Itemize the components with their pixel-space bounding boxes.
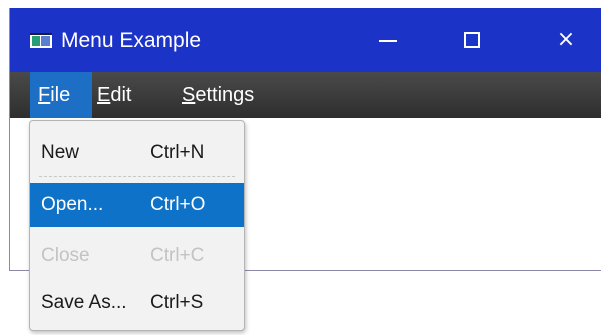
menu-settings[interactable]: Settings (174, 72, 284, 118)
menu-item-open[interactable]: Open... Ctrl+O (30, 183, 244, 227)
menu-edit-mnemonic: E (97, 84, 111, 106)
menu-edit-label: dit (110, 84, 132, 106)
maximize-icon (464, 32, 480, 48)
menu-edit[interactable]: Edit (89, 72, 157, 118)
menu-bar: File Edit Settings (10, 72, 601, 118)
menu-settings-label: ettings (195, 84, 255, 106)
menu-item-save-as[interactable]: Save As... Ctrl+S (30, 281, 244, 325)
menu-item-shortcut: Ctrl+O (150, 194, 206, 215)
menu-item-label: New (41, 142, 80, 163)
minimize-button[interactable] (365, 16, 411, 64)
menu-separator (39, 176, 235, 177)
menu-item-shortcut: Ctrl+N (150, 142, 205, 163)
menu-item-shortcut: Ctrl+S (150, 292, 204, 313)
window-title: Menu Example (61, 29, 202, 52)
close-icon: × (556, 27, 576, 52)
title-bar[interactable]: Menu Example × (10, 8, 601, 72)
menu-settings-mnemonic: S (182, 84, 196, 106)
maximize-button[interactable] (450, 16, 496, 64)
menu-item-shortcut: Ctrl+C (150, 245, 205, 266)
menu-file-label: ile (50, 84, 71, 106)
app-window-icon (30, 33, 52, 48)
menu-item-new[interactable]: New Ctrl+N (30, 131, 244, 175)
menu-item-label: Close (41, 245, 90, 266)
file-dropdown-menu: New Ctrl+N Open... Ctrl+O Close Ctrl+C S… (29, 120, 245, 331)
menu-item-close: Close Ctrl+C (30, 234, 244, 278)
menu-item-label: Save As... (41, 292, 127, 313)
menu-item-label: Open... (41, 194, 104, 215)
minimize-icon (379, 40, 397, 42)
menu-file-mnemonic: F (38, 84, 51, 106)
menu-file[interactable]: File (30, 72, 92, 118)
close-button[interactable]: × (543, 16, 589, 64)
